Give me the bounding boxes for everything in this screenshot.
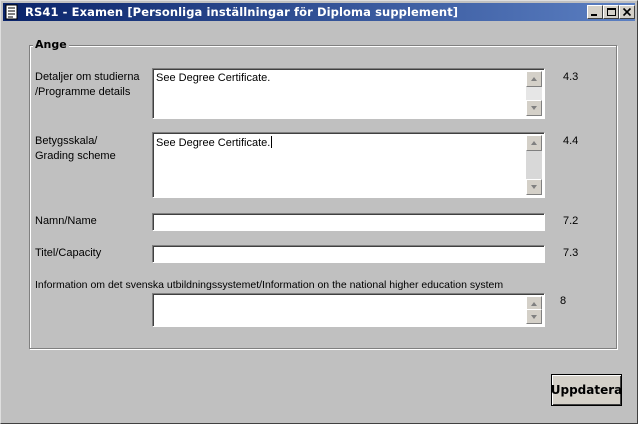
programme-details-textarea[interactable]: See Degree Certificate. (152, 68, 545, 119)
arrow-up-icon (531, 77, 537, 81)
name-input[interactable] (152, 213, 545, 231)
capacity-input[interactable] (152, 245, 545, 263)
arrow-down-icon (531, 315, 537, 319)
programme-details-scrollbar[interactable] (526, 71, 542, 116)
grading-scheme-label-text: Betygsskala/ Grading scheme (35, 135, 116, 162)
arrow-up-icon (531, 302, 537, 306)
programme-details-label-text: Detaljer om studierna /Programme details (35, 71, 140, 98)
grading-scheme-scrollbar[interactable] (526, 135, 542, 195)
close-icon (622, 7, 632, 17)
minimize-icon (591, 14, 597, 16)
scroll-down-button[interactable] (526, 309, 542, 324)
close-button[interactable] (619, 5, 635, 19)
maximize-button[interactable] (603, 5, 619, 19)
grading-scheme-ref: 4.4 (563, 135, 579, 147)
document-icon[interactable] (5, 4, 19, 20)
minimize-button[interactable] (587, 5, 603, 19)
education-system-textarea[interactable] (152, 293, 545, 327)
grading-scheme-label: Betygsskala/ Grading scheme (35, 134, 116, 164)
grading-scheme-value-text: See Degree Certificate. (156, 137, 271, 149)
grading-scheme-textarea[interactable]: See Degree Certificate. (152, 132, 545, 198)
title-bar[interactable]: RS41 - Examen [Personliga inställningar … (3, 3, 635, 21)
text-caret (271, 136, 273, 148)
arrow-down-icon (531, 106, 537, 110)
update-button[interactable]: Uppdatera (551, 374, 622, 406)
programme-details-value: See Degree Certificate. (156, 72, 271, 84)
name-label: Namn/Name (35, 215, 97, 227)
scroll-down-button[interactable] (526, 179, 542, 195)
arrow-down-icon (531, 185, 537, 189)
education-system-scrollbar[interactable] (526, 296, 542, 324)
scroll-up-button[interactable] (526, 71, 542, 87)
scroll-down-button[interactable] (526, 100, 542, 116)
capacity-label: Titel/Capacity (35, 247, 102, 259)
group-legend: Ange (33, 38, 69, 51)
maximize-icon (607, 8, 616, 16)
name-ref: 7.2 (563, 215, 579, 227)
scroll-up-button[interactable] (526, 135, 542, 151)
window-title: RS41 - Examen [Personliga inställningar … (25, 5, 459, 19)
education-system-ref: 8 (560, 295, 567, 307)
main-window: RS41 - Examen [Personliga inställningar … (0, 0, 638, 424)
arrow-up-icon (531, 141, 537, 145)
grading-scheme-value: See Degree Certificate. (156, 136, 273, 149)
capacity-ref: 7.3 (563, 247, 579, 259)
education-system-label: Information om det svenska utbildningssy… (35, 279, 504, 291)
programme-details-ref: 4.3 (563, 71, 579, 83)
programme-details-label: Detaljer om studierna /Programme details (35, 70, 140, 100)
